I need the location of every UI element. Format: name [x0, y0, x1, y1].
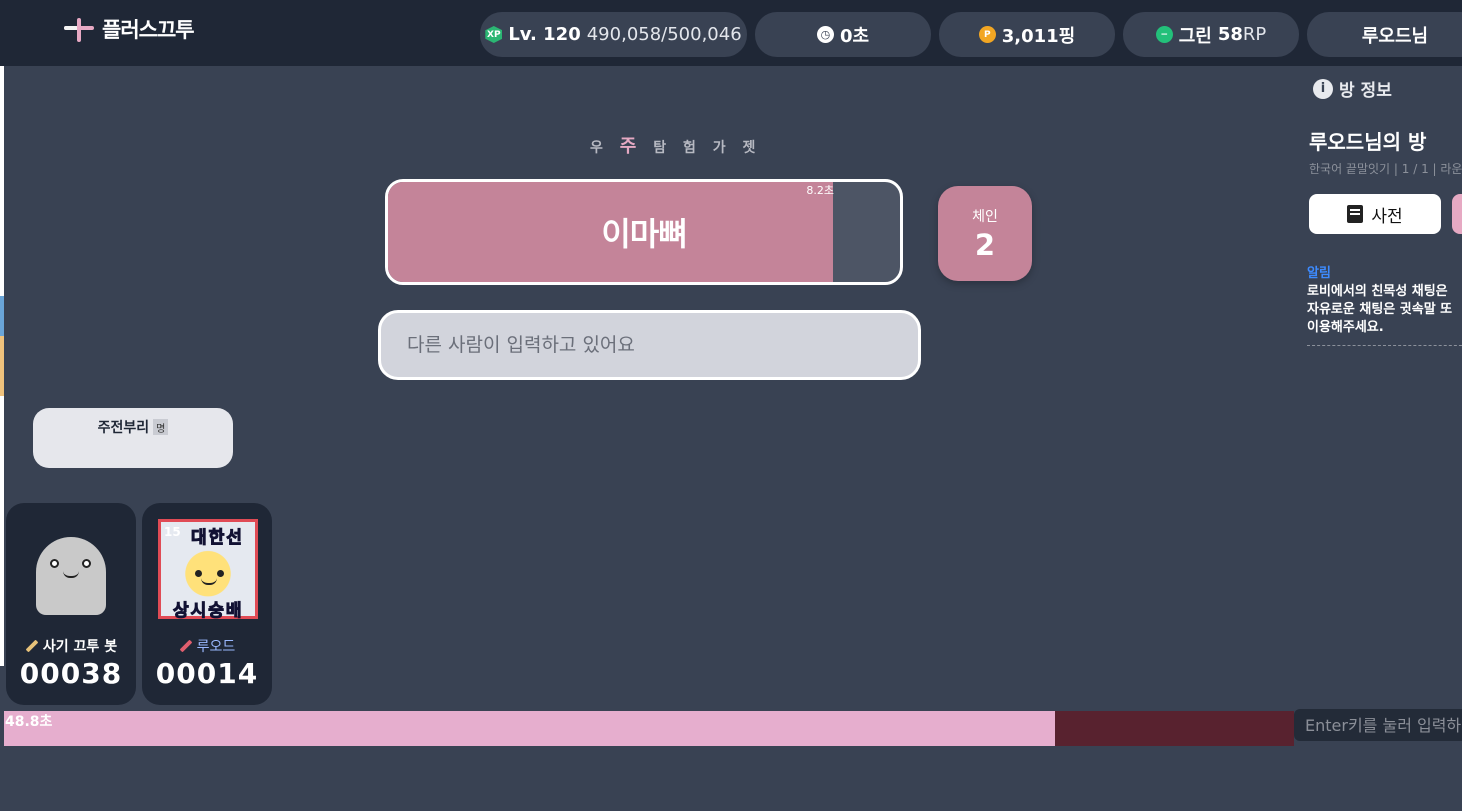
round-timer-label: 48.8초 [5, 714, 53, 730]
time-pill[interactable]: ◷ 0초 [755, 12, 931, 57]
player-score: 00038 [19, 657, 123, 690]
current-word-box: 이마뼈 8.2초 [385, 179, 903, 285]
avatar-level: 15 [164, 525, 181, 539]
ping-pill[interactable]: P 3,011핑 [939, 12, 1115, 57]
time-value: 0초 [839, 25, 870, 47]
notice-line: 로비에서의 친목성 채팅은 [1307, 284, 1448, 299]
player-score: 00014 [155, 657, 259, 690]
player-name-text: 루오드 [196, 639, 236, 655]
coin-icon: P [978, 26, 996, 43]
logo-text: 플러스끄투 [102, 18, 195, 42]
notice-label: 알림 [1307, 266, 1331, 281]
ping-value: 3,011핑 [1001, 25, 1076, 47]
theme-post: 탐 험 가 젯 [653, 140, 762, 156]
theme-pre: 우 [590, 140, 609, 156]
rank-pill[interactable]: − 그린 58 RP [1123, 12, 1299, 57]
dictionary-label: 사전 [1371, 206, 1403, 226]
level-label: Lv. 120 [508, 24, 581, 45]
player-name: 사기 끄투 봇 [6, 636, 136, 656]
pen-icon [179, 639, 193, 653]
chain-value: 2 [974, 227, 996, 262]
top-bar: 플러스끄투 XP Lv. 120 490,058/500,046 ◷ 0초 P … [0, 0, 1462, 66]
bubble-text: 주전부리 [97, 420, 150, 436]
player-card[interactable]: 사기 끄투 봇 00038 [6, 503, 136, 705]
info-icon: i [1313, 78, 1333, 99]
xp-value: 490,058/500,046 [586, 24, 742, 45]
chat-input[interactable] [1294, 709, 1462, 741]
theme-highlight: 주 [619, 136, 643, 157]
left-edge-strip [0, 66, 4, 666]
dictionary-button[interactable]: 사전 [1309, 194, 1441, 234]
chat-bubble: 주전부리 명 [33, 408, 233, 468]
username: 루오드님 [1361, 25, 1429, 47]
rank-tier: 그린 [1178, 25, 1212, 47]
xp-icon: XP [485, 26, 503, 43]
logo[interactable]: 플러스끄투 [62, 14, 195, 44]
badge-top: 대한선 [191, 528, 244, 549]
user-avatar: 15 대한선 상시숭배 [158, 519, 258, 622]
clock-icon: ◷ [816, 26, 834, 43]
notice-line: 자유로운 채팅은 귓속말 또 [1307, 302, 1453, 317]
level-pill[interactable]: XP Lv. 120 490,058/500,046 [480, 12, 747, 57]
avatar-portrait: 15 대한선 상시숭배 [158, 519, 258, 622]
bot-avatar [22, 519, 122, 619]
theme-title: 우 주 탐 험 가 젯 [590, 132, 761, 158]
room-subtitle: 한국어 끝말잇기 | 1 / 1 | 라운 [1309, 162, 1462, 176]
notice-line: 이용해주세요. [1307, 320, 1384, 335]
player-card[interactable]: 15 대한선 상시숭배 루오드 00014 [142, 503, 272, 705]
pen-icon [25, 639, 39, 653]
player-name: 루오드 [142, 636, 272, 656]
logo-icon [62, 14, 96, 44]
notice-divider [1307, 345, 1462, 346]
badge-bottom: 상시숭배 [173, 601, 244, 622]
chain-label: 체인 [972, 208, 998, 225]
room-info-header: i 방 정보 [1313, 76, 1392, 101]
ghost-icon [36, 537, 106, 615]
room-title: 루오드님의 방 [1309, 130, 1427, 154]
room-info-label: 방 정보 [1339, 81, 1392, 101]
rank-value: 58 [1217, 24, 1243, 45]
notice: 알림 로비에서의 친목성 채팅은 자유로운 채팅은 귓속말 또 이용해주세요. [1307, 265, 1462, 337]
round-timer-bar: 48.8초 [4, 711, 1294, 746]
chain-counter: 체인 2 [938, 186, 1032, 281]
bubble-tag: 명 [153, 419, 169, 435]
player-name-text: 사기 끄투 봇 [42, 639, 118, 655]
book-icon [1347, 205, 1364, 223]
round-timer-fill [4, 711, 1056, 746]
word-timer: 8.2초 [806, 184, 834, 197]
word-input[interactable] [378, 310, 921, 380]
user-pill[interactable]: 루오드님 [1307, 12, 1462, 57]
rank-unit: RP [1242, 24, 1267, 45]
rank-minus-icon: − [1155, 26, 1173, 43]
side-action-button[interactable] [1452, 194, 1462, 234]
